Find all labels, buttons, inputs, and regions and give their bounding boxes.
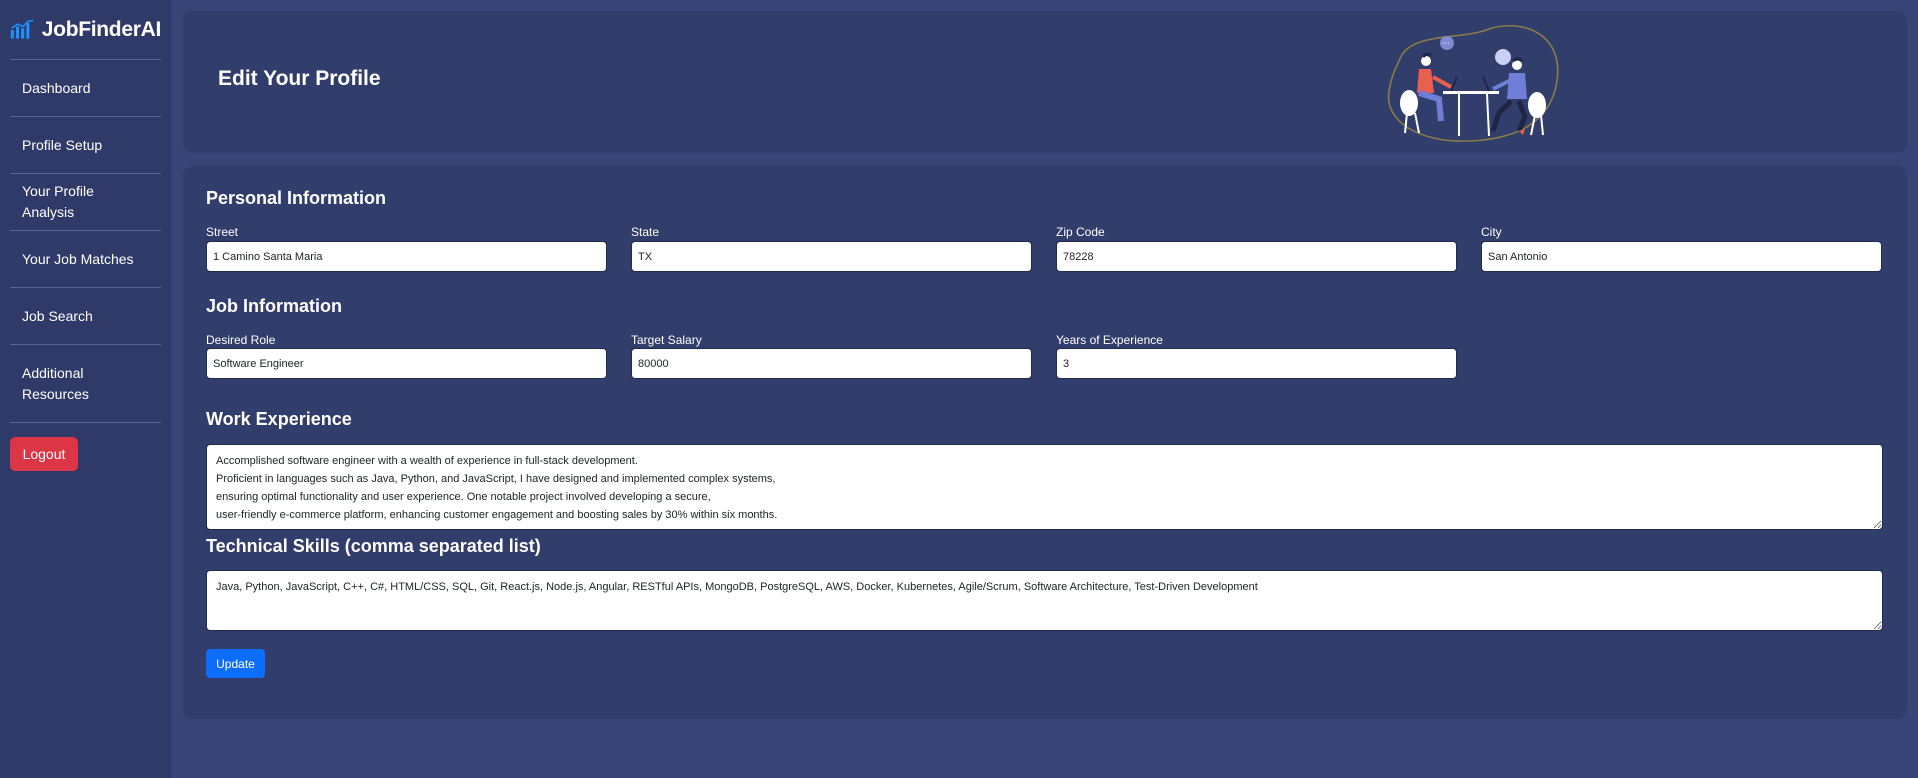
job-info-heading: Job Information: [206, 296, 342, 316]
city-label: City: [1481, 225, 1502, 239]
sidebar-item-profile-analysis[interactable]: Your Profile Analysis: [10, 174, 161, 231]
header-card: Edit Your Profile ···: [183, 11, 1907, 153]
state-label: State: [631, 225, 660, 239]
work-experience-textarea[interactable]: Accomplished software engineer with a we…: [206, 444, 1883, 530]
update-button[interactable]: Update: [206, 649, 265, 678]
desired-role-input[interactable]: [206, 348, 607, 379]
technical-skills-heading: Technical Skills (comma separated list): [206, 536, 541, 556]
target-salary-input[interactable]: [631, 348, 1032, 379]
state-input[interactable]: [631, 241, 1032, 272]
street-label: Street: [206, 225, 239, 239]
sidebar-item-job-matches[interactable]: Your Job Matches: [10, 231, 161, 288]
sidebar-item-additional-resources[interactable]: Additional Resources: [10, 345, 161, 423]
target-salary-label: Target Salary: [631, 333, 702, 347]
brand[interactable]: JobFinderAI: [10, 0, 161, 60]
sidebar-item-label: Additional Resources: [22, 364, 89, 402]
years-experience-input[interactable]: [1056, 348, 1457, 379]
zip-code-input[interactable]: [1056, 241, 1457, 272]
zip-code-label: Zip Code: [1056, 225, 1105, 239]
profile-form: Personal Information Street State Zip Co…: [183, 166, 1907, 719]
logout-button[interactable]: Logout: [10, 437, 78, 471]
work-experience-heading: Work Experience: [206, 409, 352, 429]
svg-text:···: ···: [1442, 39, 1450, 48]
brand-name: JobFinderAI: [41, 17, 162, 41]
personal-info-heading: Personal Information: [206, 188, 387, 208]
sidebar-item-profile-setup[interactable]: Profile Setup: [10, 117, 161, 174]
sidebar-item-job-search[interactable]: Job Search: [10, 288, 161, 345]
page-title: Edit Your Profile: [218, 67, 381, 90]
city-input[interactable]: [1481, 241, 1882, 272]
years-experience-label: Years of Experience: [1056, 333, 1163, 347]
technical-skills-textarea[interactable]: Java, Python, JavaScript, C++, C#, HTML/…: [206, 570, 1883, 631]
sidebar: JobFinderAI Dashboard Profile Setup Your…: [0, 0, 171, 778]
street-input[interactable]: [206, 241, 607, 272]
meeting-illustration-icon: ···: [1387, 25, 1559, 142]
bar-chart-logo-icon: [10, 19, 34, 39]
sidebar-item-dashboard[interactable]: Dashboard: [10, 60, 161, 117]
desired-role-label: Desired Role: [206, 333, 276, 347]
